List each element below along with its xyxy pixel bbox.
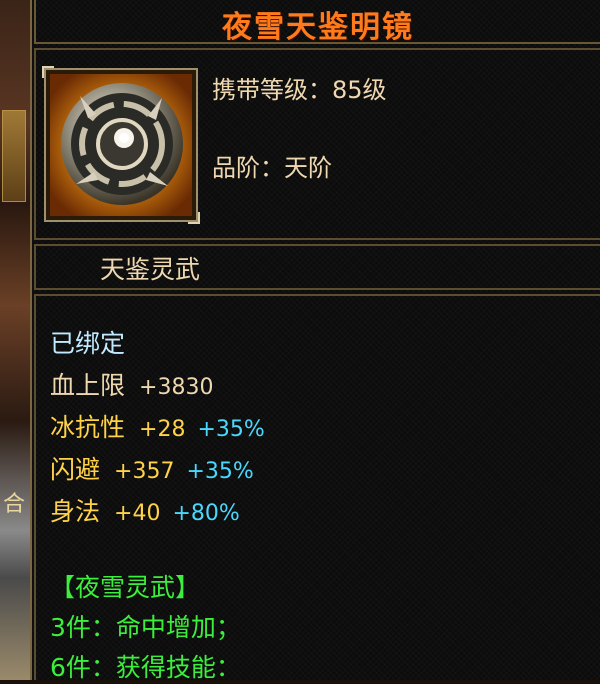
stat-name: 冰抗性: [50, 413, 126, 442]
carry-level: 携带等级：85级: [212, 76, 387, 104]
item-title: 夜雪天鉴明镜: [222, 10, 414, 45]
stat-value: +28: [139, 417, 186, 442]
stat-value: +357: [114, 459, 175, 484]
stat-name: 闪避: [50, 455, 101, 484]
mirror-weapon-icon[interactable]: [42, 66, 200, 224]
stat-bonus: +35%: [186, 459, 254, 484]
stat-row: 血上限 +3830: [50, 366, 213, 402]
item-tooltip: 夜雪天鉴明镜 携带等级：85级 品阶：天阶 天鉴灵武 已绑定 血上限 +3830…: [30, 0, 600, 682]
stat-row: 身法 +40 +80%: [50, 492, 240, 528]
background-scene: 合: [0, 0, 30, 680]
item-grade: 品阶：天阶: [212, 154, 332, 182]
set-bonus-3: 3件：命中增加；: [50, 613, 241, 642]
item-subtitle-bar: 天鉴灵武: [34, 244, 600, 290]
item-info-panel: 携带等级：85级 品阶：天阶: [34, 48, 600, 240]
title-bar: 夜雪天鉴明镜: [34, 0, 600, 45]
stat-value: +40: [114, 501, 161, 526]
background-glyph: 合: [2, 492, 25, 517]
stat-bonus: +35%: [197, 417, 265, 442]
item-subtitle: 天鉴灵武: [100, 255, 201, 284]
set-bonus-6: 6件：获得技能：: [50, 653, 241, 682]
attributes-panel: 已绑定 血上限 +3830 冰抗性 +28 +35% 闪避 +357 +35% 身法 +40…: [34, 294, 600, 682]
stat-row: 冰抗性 +28 +35%: [50, 408, 265, 444]
background-ornament: [2, 110, 26, 202]
stat-bonus: +80%: [172, 501, 240, 526]
mirror-weapon-icon-graphic: [50, 74, 192, 216]
stat-name: 血上限: [50, 371, 126, 400]
stat-value: +3830: [139, 375, 214, 400]
bound-status: 已绑定: [50, 329, 126, 358]
stat-row: 闪避 +357 +35%: [50, 450, 254, 486]
set-title: 【夜雪灵武】: [50, 573, 201, 602]
stat-name: 身法: [50, 497, 101, 526]
